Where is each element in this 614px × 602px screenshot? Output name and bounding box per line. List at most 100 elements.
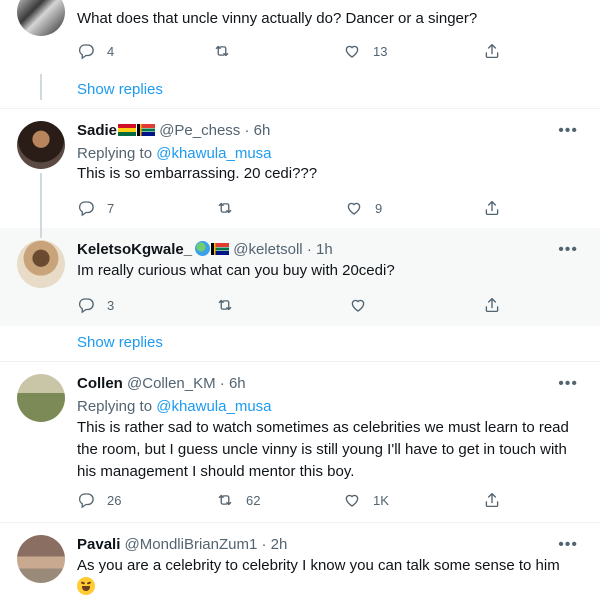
author-name[interactable]: Pavali — [77, 536, 120, 553]
tweet-actions: 7 9 — [77, 198, 517, 218]
author-name[interactable]: KeletsoKgwale_ — [77, 241, 192, 258]
tweet-header: Pavali @MondliBrianZum1 · 2h — [77, 535, 287, 555]
tweet-text: This is so embarrassing. 20 cedi??? — [77, 165, 318, 182]
tweet-header: KeletsoKgwale_ @keletsoll · 1h — [77, 240, 333, 260]
reply-icon — [77, 296, 95, 314]
reply-button[interactable]: 3 — [77, 295, 114, 315]
like-count: 9 — [375, 200, 383, 216]
separator-dot: · — [244, 122, 250, 139]
south-africa-flag-icon — [137, 124, 156, 136]
reply-count: 26 — [107, 492, 122, 508]
tweet-text-content: As you are a celebrity to celebrity I kn… — [77, 557, 560, 574]
like-button[interactable]: 13 — [343, 41, 387, 61]
reply-button[interactable]: 4 — [77, 41, 114, 61]
share-icon — [483, 42, 501, 60]
like-count: 13 — [373, 43, 388, 59]
heart-icon — [345, 199, 363, 217]
retweet-icon — [213, 42, 231, 60]
reply-count: 3 — [107, 297, 115, 313]
reply-count: 7 — [107, 200, 115, 216]
retweet-count: 62 — [246, 492, 261, 508]
share-button[interactable] — [483, 41, 501, 61]
like-button[interactable] — [349, 295, 367, 315]
like-button[interactable]: 9 — [345, 198, 382, 218]
mention-link[interactable]: @khawula_musa — [156, 145, 271, 162]
show-replies-link[interactable]: Show replies — [77, 333, 163, 353]
reply-icon — [77, 491, 95, 509]
share-button[interactable] — [483, 198, 501, 218]
reply-count: 4 — [107, 43, 115, 59]
tweet-time[interactable]: 2h — [271, 536, 288, 553]
tweet-time[interactable]: 1h — [316, 241, 333, 258]
author-handle[interactable]: @Collen_KM — [127, 375, 216, 392]
share-button[interactable] — [483, 490, 501, 510]
separator-dot: · — [261, 536, 267, 553]
replying-label: Replying to — [77, 145, 153, 162]
tweet-collen[interactable]: Collen @Collen_KM · 6h ••• Replying to @… — [0, 362, 600, 522]
author-handle[interactable]: @MondliBrianZum1 — [125, 536, 258, 553]
tweet-actions: 3 — [77, 295, 517, 315]
author-name[interactable]: Collen — [77, 375, 123, 392]
heart-icon — [343, 42, 361, 60]
author-handle[interactable]: @keletsoll — [233, 241, 302, 258]
reply-button[interactable]: 26 — [77, 490, 121, 510]
rofl-emoji-icon — [77, 577, 95, 595]
tweet-keletso[interactable]: KeletsoKgwale_ @keletsoll · 1h ••• Im re… — [0, 228, 600, 326]
retweet-icon — [216, 296, 234, 314]
ghana-flag-icon — [118, 124, 137, 136]
thread-line — [40, 74, 42, 100]
show-replies-link[interactable]: Show replies — [77, 80, 163, 100]
mention-link[interactable]: @khawula_musa — [156, 398, 271, 415]
tweet-sadie[interactable]: Sadie @Pe_chess · 6h ••• Replying to @kh… — [0, 109, 600, 228]
avatar[interactable] — [17, 121, 65, 169]
more-icon[interactable]: ••• — [558, 242, 578, 258]
heart-icon — [343, 491, 361, 509]
retweet-button[interactable]: 62 — [216, 490, 260, 510]
reply-icon — [77, 199, 95, 217]
author-name[interactable]: Sadie — [77, 122, 117, 139]
avatar[interactable] — [17, 240, 65, 288]
more-icon[interactable]: ••• — [558, 537, 578, 553]
more-icon[interactable]: ••• — [558, 123, 578, 139]
separator-dot: · — [306, 241, 312, 258]
tweet-header: Collen @Collen_KM · 6h — [77, 374, 246, 394]
reply-button[interactable]: 7 — [77, 198, 114, 218]
south-africa-flag-icon — [211, 243, 230, 255]
tweet-uncle-vinny[interactable]: What does that uncle vinny actually do? … — [0, 0, 600, 70]
share-icon — [483, 491, 501, 509]
retweet-icon — [216, 491, 234, 509]
thread-line — [40, 228, 42, 238]
avatar[interactable] — [17, 374, 65, 422]
retweet-icon — [216, 199, 234, 217]
replying-to: Replying to @khawula_musa — [77, 144, 272, 164]
tweet-actions: 26 62 1K — [77, 490, 517, 510]
more-icon[interactable]: ••• — [558, 376, 578, 392]
tweet-time[interactable]: 6h — [254, 122, 271, 139]
author-handle[interactable]: @Pe_chess — [159, 122, 240, 139]
avatar[interactable] — [17, 0, 65, 36]
tweet-text: This is rather sad to watch sometimes as… — [77, 419, 569, 480]
heart-icon — [349, 296, 367, 314]
thread-line — [40, 173, 42, 228]
retweet-button[interactable] — [216, 198, 234, 218]
share-button[interactable] — [483, 295, 501, 315]
retweet-button[interactable] — [216, 295, 234, 315]
tweet-time[interactable]: 6h — [229, 375, 246, 392]
share-icon — [483, 199, 501, 217]
globe-africa-icon — [195, 241, 211, 256]
separator-dot: · — [219, 375, 225, 392]
like-button[interactable]: 1K — [343, 490, 389, 510]
tweet-header: Sadie @Pe_chess · 6h — [77, 121, 270, 141]
share-icon — [483, 296, 501, 314]
retweet-button[interactable] — [213, 41, 231, 61]
tweet-actions: 4 13 — [77, 41, 517, 61]
reply-icon — [77, 42, 95, 60]
like-count: 1K — [373, 492, 389, 508]
tweet-text: What does that uncle vinny actually do? … — [77, 10, 478, 27]
tweet-text: Im really curious what can you buy with … — [77, 262, 395, 279]
replying-label: Replying to — [77, 398, 153, 415]
replying-to: Replying to @khawula_musa — [77, 397, 272, 417]
tweet-text: As you are a celebrity to celebrity I kn… — [77, 555, 582, 599]
avatar[interactable] — [17, 535, 65, 583]
tweet-pavali[interactable]: Pavali @MondliBrianZum1 · 2h ••• As you … — [0, 523, 600, 602]
